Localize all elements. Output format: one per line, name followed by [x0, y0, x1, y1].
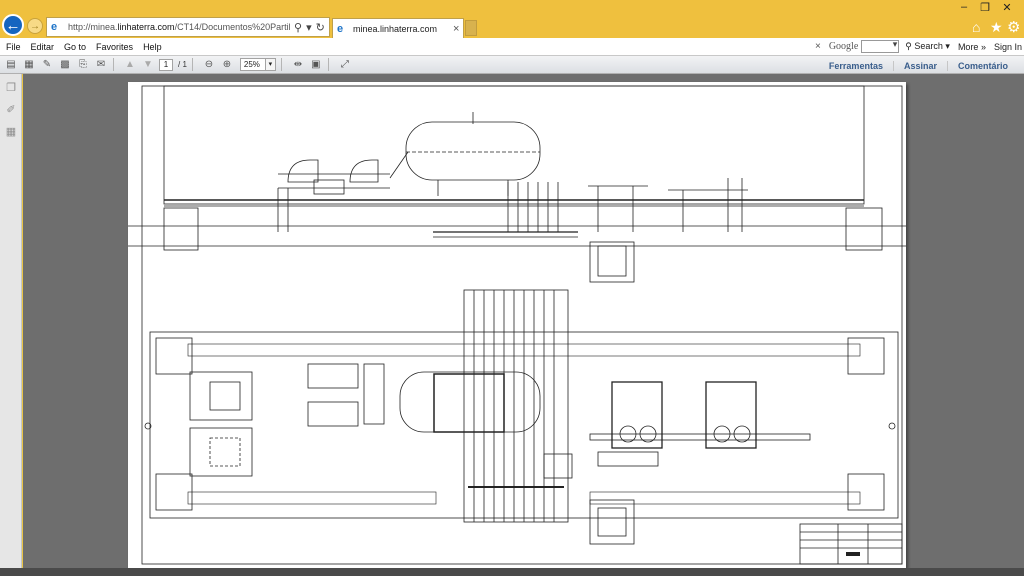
google-more-label: More — [957, 41, 979, 52]
print-icon[interactable]: ⎘ — [76, 59, 90, 71]
attachments-paperclip-icon[interactable]: ✐ — [5, 104, 17, 116]
email-icon[interactable]: ✉ — [94, 59, 108, 71]
close-window-icon[interactable]: ✕ — [997, 1, 1017, 14]
tab-title: minea.linhaterra.com — [353, 23, 438, 34]
url-suffix: /CT14/Documentos%20Partilhados — [174, 22, 290, 32]
technical-drawing — [128, 85, 906, 565]
tools-link[interactable]: Ferramentas — [819, 61, 893, 71]
fit-width-icon[interactable]: ⇹ — [291, 59, 305, 71]
google-search-label: Search — [914, 41, 943, 51]
menu-bar: File Editar Go to Favorites Help × Googl… — [0, 38, 1024, 55]
page-thumbnails-icon[interactable]: ❐ — [5, 82, 17, 94]
menu-help[interactable]: Help — [138, 42, 167, 52]
toolbar-divider — [191, 58, 193, 71]
save-icon[interactable]: ▩ — [58, 59, 72, 71]
page-total: / 1 — [178, 60, 187, 69]
dropdown-icon[interactable]: ▾ — [306, 21, 312, 34]
search-icon[interactable]: ⚲ — [294, 21, 302, 34]
google-toolbar-close-icon[interactable]: × — [815, 41, 821, 52]
toolbar-divider — [113, 58, 114, 71]
zoom-out-icon[interactable]: ⊖ — [202, 59, 216, 71]
google-logo: Google — [828, 41, 859, 52]
favorites-star-icon[interactable]: ★ — [990, 19, 1003, 36]
document-viewport[interactable] — [23, 74, 1024, 576]
browser-tab[interactable]: e minea.linhaterra.com × — [332, 18, 464, 38]
restore-icon[interactable]: ❐ — [975, 1, 995, 14]
pdf-side-panel: ❐ ✐ ▦ — [0, 74, 22, 576]
address-bar[interactable]: e http://minea.linhaterra.com/CT14/Docum… — [46, 17, 330, 37]
comment-link[interactable]: Comentário — [946, 60, 1018, 71]
menu-goto[interactable]: Go to — [59, 42, 91, 52]
menu-edit[interactable]: Editar — [26, 42, 60, 52]
create-pdf-icon[interactable]: ▤ — [4, 59, 18, 71]
title-bar: ← → e http://minea.linhaterra.com/CT14/D… — [0, 0, 1024, 38]
pdf-page — [128, 82, 906, 568]
google-toolbar: × Google ⚲ Search ▾ More » Sign In — [815, 38, 1024, 55]
menu-favorites[interactable]: Favorites — [91, 42, 138, 52]
url-prefix: http://minea. — [68, 22, 118, 32]
tab-favicon-icon: e — [337, 22, 344, 35]
google-search-input[interactable] — [861, 39, 900, 53]
minimize-icon[interactable]: – — [954, 1, 974, 13]
google-more-button[interactable]: More » — [958, 42, 986, 52]
url-domain: linhaterra.com — [117, 22, 175, 32]
fit-page-icon[interactable]: ▣ — [309, 59, 323, 71]
forward-arrow-icon[interactable]: → — [27, 18, 43, 34]
gear-icon[interactable]: ⚙ — [1007, 18, 1020, 36]
google-sign-in-link[interactable]: Sign In — [994, 42, 1022, 52]
menu-file[interactable]: File — [0, 42, 26, 52]
toolbar-divider — [280, 58, 282, 71]
next-page-icon[interactable]: ▼ — [141, 59, 155, 71]
edit-pdf-icon[interactable]: ✎ — [40, 59, 54, 71]
pdf-toolbar: ▤ ▦ ✎ ▩ ⎘ ✉ ▲ ▼ 1 / 1 ⊖ ⊕ 25% ▾ ⇹ ▣ ⤢ Fe… — [0, 55, 1024, 74]
google-search-button[interactable]: ⚲ Search ▾ — [905, 41, 950, 52]
magnifier-icon: ⚲ — [905, 41, 915, 51]
toolbar-right-links: Ferramentas Assinar Comentário — [819, 56, 1018, 75]
full-screen-icon[interactable]: ⤢ — [338, 59, 352, 71]
url-text[interactable]: http://minea.linhaterra.com/CT14/Documen… — [68, 22, 290, 32]
zoom-dropdown-icon[interactable]: ▾ — [265, 58, 276, 71]
new-tab-button[interactable] — [465, 20, 477, 36]
page-number-input[interactable]: 1 — [159, 58, 173, 71]
status-strip — [0, 568, 1024, 576]
zoom-in-icon[interactable]: ⊕ — [220, 59, 234, 71]
toolbar-divider — [327, 58, 329, 71]
ie-logo-icon: e — [51, 21, 58, 33]
combine-files-icon[interactable]: ▦ — [22, 59, 36, 71]
sign-link[interactable]: Assinar — [892, 60, 947, 71]
zoom-level-input[interactable]: 25% — [239, 58, 266, 71]
bookmarks-icon[interactable]: ▦ — [5, 126, 17, 138]
previous-page-icon[interactable]: ▲ — [123, 59, 137, 71]
home-icon[interactable]: ⌂ — [972, 19, 980, 35]
tab-close-icon[interactable]: × — [453, 23, 459, 35]
back-arrow-icon[interactable]: ← — [2, 14, 24, 36]
refresh-icon[interactable]: ↻ — [316, 21, 325, 34]
